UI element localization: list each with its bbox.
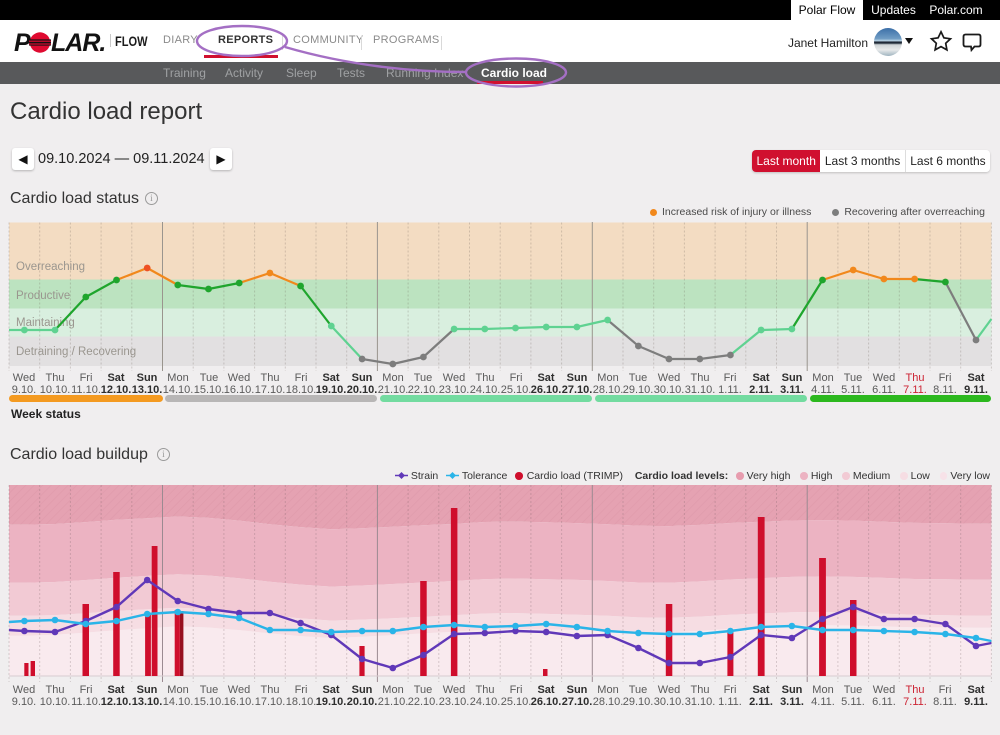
svg-text:Productive: Productive bbox=[16, 290, 70, 302]
svg-text:Overreaching: Overreaching bbox=[16, 261, 85, 273]
svg-text:Detraining / Recovering: Detraining / Recovering bbox=[16, 346, 136, 358]
